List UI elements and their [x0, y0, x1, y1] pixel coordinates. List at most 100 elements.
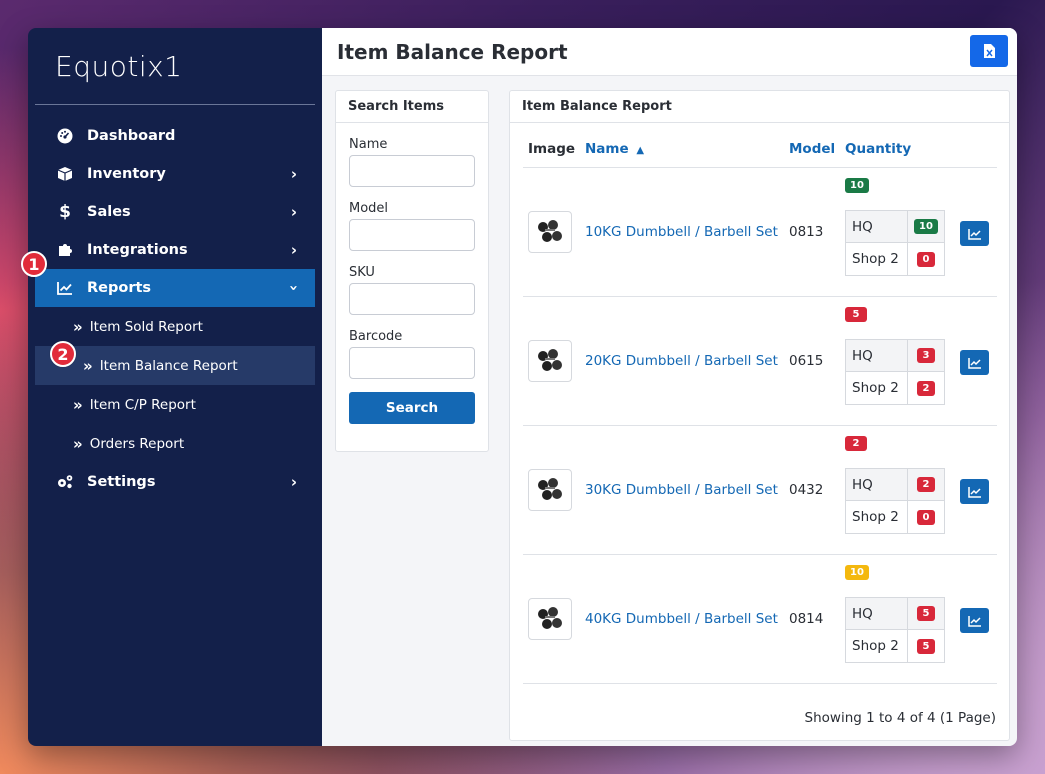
- location-name: HQ: [846, 469, 908, 500]
- location-quantity-table: HQ 10 Shop 2 0: [845, 210, 945, 276]
- sidebar-item-dashboard[interactable]: Dashboard: [35, 117, 315, 155]
- line-chart-icon: [967, 486, 981, 498]
- model-label: Model: [349, 201, 389, 216]
- column-header-image: Image: [528, 141, 576, 157]
- sidebar-subitem-label: Item Balance Report: [99, 357, 238, 374]
- table-row: 10KG Dumbbell / Barbell Set 0813 10 HQ 1…: [510, 168, 1010, 297]
- app-window: Equotix1 Dashboard Inventory › $ Sales ›: [28, 28, 1017, 746]
- name-input[interactable]: [349, 155, 475, 187]
- chevron-right-icon: ›: [290, 203, 297, 221]
- location-quantity-table: HQ 5 Shop 2 5: [845, 597, 945, 663]
- dumbbell-icon: [538, 349, 562, 371]
- location-quantity-badge: 0: [917, 251, 935, 267]
- sort-ascending-icon: ▲: [636, 145, 645, 156]
- product-name-link[interactable]: 40KG Dumbbell / Barbell Set: [585, 611, 778, 627]
- export-excel-button[interactable]: [970, 35, 1008, 67]
- search-button[interactable]: Search: [349, 392, 475, 424]
- product-model: 0432: [789, 482, 824, 498]
- excel-file-icon: [983, 44, 995, 58]
- product-image[interactable]: [528, 469, 572, 511]
- product-image[interactable]: [528, 211, 572, 253]
- sidebar-item-label: Integrations: [87, 242, 188, 258]
- column-header-model[interactable]: Model: [789, 141, 835, 157]
- double-chevron-right-icon: »: [73, 317, 83, 336]
- sidebar-item-reports[interactable]: Reports ›: [35, 269, 315, 307]
- sidebar-item-settings[interactable]: Settings ›: [35, 463, 315, 501]
- location-quantity-badge: 5: [917, 638, 935, 654]
- barcode-input[interactable]: [349, 347, 475, 379]
- table-row: 30KG Dumbbell / Barbell Set 0432 2 HQ 2 …: [510, 426, 1010, 555]
- view-chart-button[interactable]: [960, 479, 989, 504]
- location-row: Shop 2 0: [846, 243, 944, 275]
- total-quantity-badge: 5: [845, 307, 867, 322]
- page-title: Item Balance Report: [337, 39, 568, 64]
- total-quantity-badge: 10: [845, 178, 869, 193]
- column-header-name[interactable]: Name ▲: [585, 141, 644, 157]
- report-panel: Item Balance Report Image Name ▲ Model Q…: [509, 90, 1010, 741]
- total-quantity-badge: 2: [845, 436, 867, 451]
- location-row: Shop 2 2: [846, 372, 944, 404]
- logo-divider: [35, 104, 315, 105]
- page-header: Item Balance Report: [322, 28, 1017, 76]
- sidebar-nav: Dashboard Inventory › $ Sales › Integrat…: [28, 117, 322, 501]
- model-input[interactable]: [349, 219, 475, 251]
- sidebar: Equotix1 Dashboard Inventory › $ Sales ›: [28, 28, 322, 746]
- product-image[interactable]: [528, 340, 572, 382]
- location-name: HQ: [846, 340, 908, 371]
- puzzle-icon: [55, 242, 75, 258]
- line-chart-icon: [967, 357, 981, 369]
- location-name: HQ: [846, 211, 908, 242]
- logo[interactable]: Equotix1: [28, 28, 322, 104]
- dashboard-gauge-icon: [55, 128, 75, 144]
- product-name-link[interactable]: 10KG Dumbbell / Barbell Set: [585, 224, 778, 240]
- sidebar-subitem-item-sold-report[interactable]: » Item Sold Report: [35, 307, 315, 346]
- gears-icon: [55, 474, 75, 490]
- dumbbell-icon: [538, 607, 562, 629]
- product-model: 0615: [789, 353, 824, 369]
- column-header-quantity[interactable]: Quantity: [845, 141, 911, 157]
- product-name-link[interactable]: 30KG Dumbbell / Barbell Set: [585, 482, 778, 498]
- chevron-right-icon: ›: [290, 165, 297, 183]
- sidebar-subitem-orders-report[interactable]: » Orders Report: [35, 424, 315, 463]
- sidebar-item-label: Settings: [87, 474, 156, 490]
- search-panel-title: Search Items: [336, 91, 488, 123]
- line-chart-icon: [967, 228, 981, 240]
- sidebar-subitem-item-cp-report[interactable]: » Item C/P Report: [35, 385, 315, 424]
- product-model: 0814: [789, 611, 824, 627]
- name-label: Name: [349, 137, 388, 152]
- sidebar-item-integrations[interactable]: Integrations ›: [35, 231, 315, 269]
- location-name: Shop 2: [846, 243, 908, 275]
- column-header-name-label: Name: [585, 141, 629, 157]
- view-chart-button[interactable]: [960, 221, 989, 246]
- view-chart-button[interactable]: [960, 350, 989, 375]
- dumbbell-icon: [538, 478, 562, 500]
- sku-input[interactable]: [349, 283, 475, 315]
- line-chart-icon: [967, 615, 981, 627]
- table-row: 40KG Dumbbell / Barbell Set 0814 10 HQ 5…: [510, 555, 1010, 684]
- total-quantity-badge: 10: [845, 565, 869, 580]
- sidebar-subitem-item-balance-report[interactable]: » Item Balance Report: [35, 346, 315, 385]
- sidebar-item-label: Reports: [87, 280, 152, 296]
- location-row: Shop 2 5: [846, 630, 944, 662]
- view-chart-button[interactable]: [960, 608, 989, 633]
- location-name: Shop 2: [846, 372, 908, 404]
- sidebar-item-inventory[interactable]: Inventory ›: [35, 155, 315, 193]
- sidebar-item-sales[interactable]: $ Sales ›: [35, 193, 315, 231]
- location-quantity-badge: 5: [917, 606, 935, 621]
- step-badge-1: 1: [21, 251, 47, 277]
- table-row: 20KG Dumbbell / Barbell Set 0615 5 HQ 3 …: [510, 297, 1010, 426]
- pagination-summary: Showing 1 to 4 of 4 (1 Page): [804, 710, 996, 726]
- sidebar-item-label: Inventory: [87, 166, 166, 182]
- sidebar-subitem-label: Item Sold Report: [89, 318, 203, 335]
- report-panel-title: Item Balance Report: [510, 91, 1009, 123]
- location-quantity-badge: 0: [917, 509, 935, 525]
- product-image[interactable]: [528, 598, 572, 640]
- step-badge-2: 2: [50, 341, 76, 367]
- sidebar-subitem-label: Orders Report: [89, 435, 185, 452]
- double-chevron-right-icon: »: [83, 356, 93, 375]
- dumbbell-icon: [538, 220, 562, 242]
- chevron-right-icon: ›: [290, 241, 297, 259]
- product-name-link[interactable]: 20KG Dumbbell / Barbell Set: [585, 353, 778, 369]
- line-chart-icon: [55, 281, 75, 295]
- product-model: 0813: [789, 224, 824, 240]
